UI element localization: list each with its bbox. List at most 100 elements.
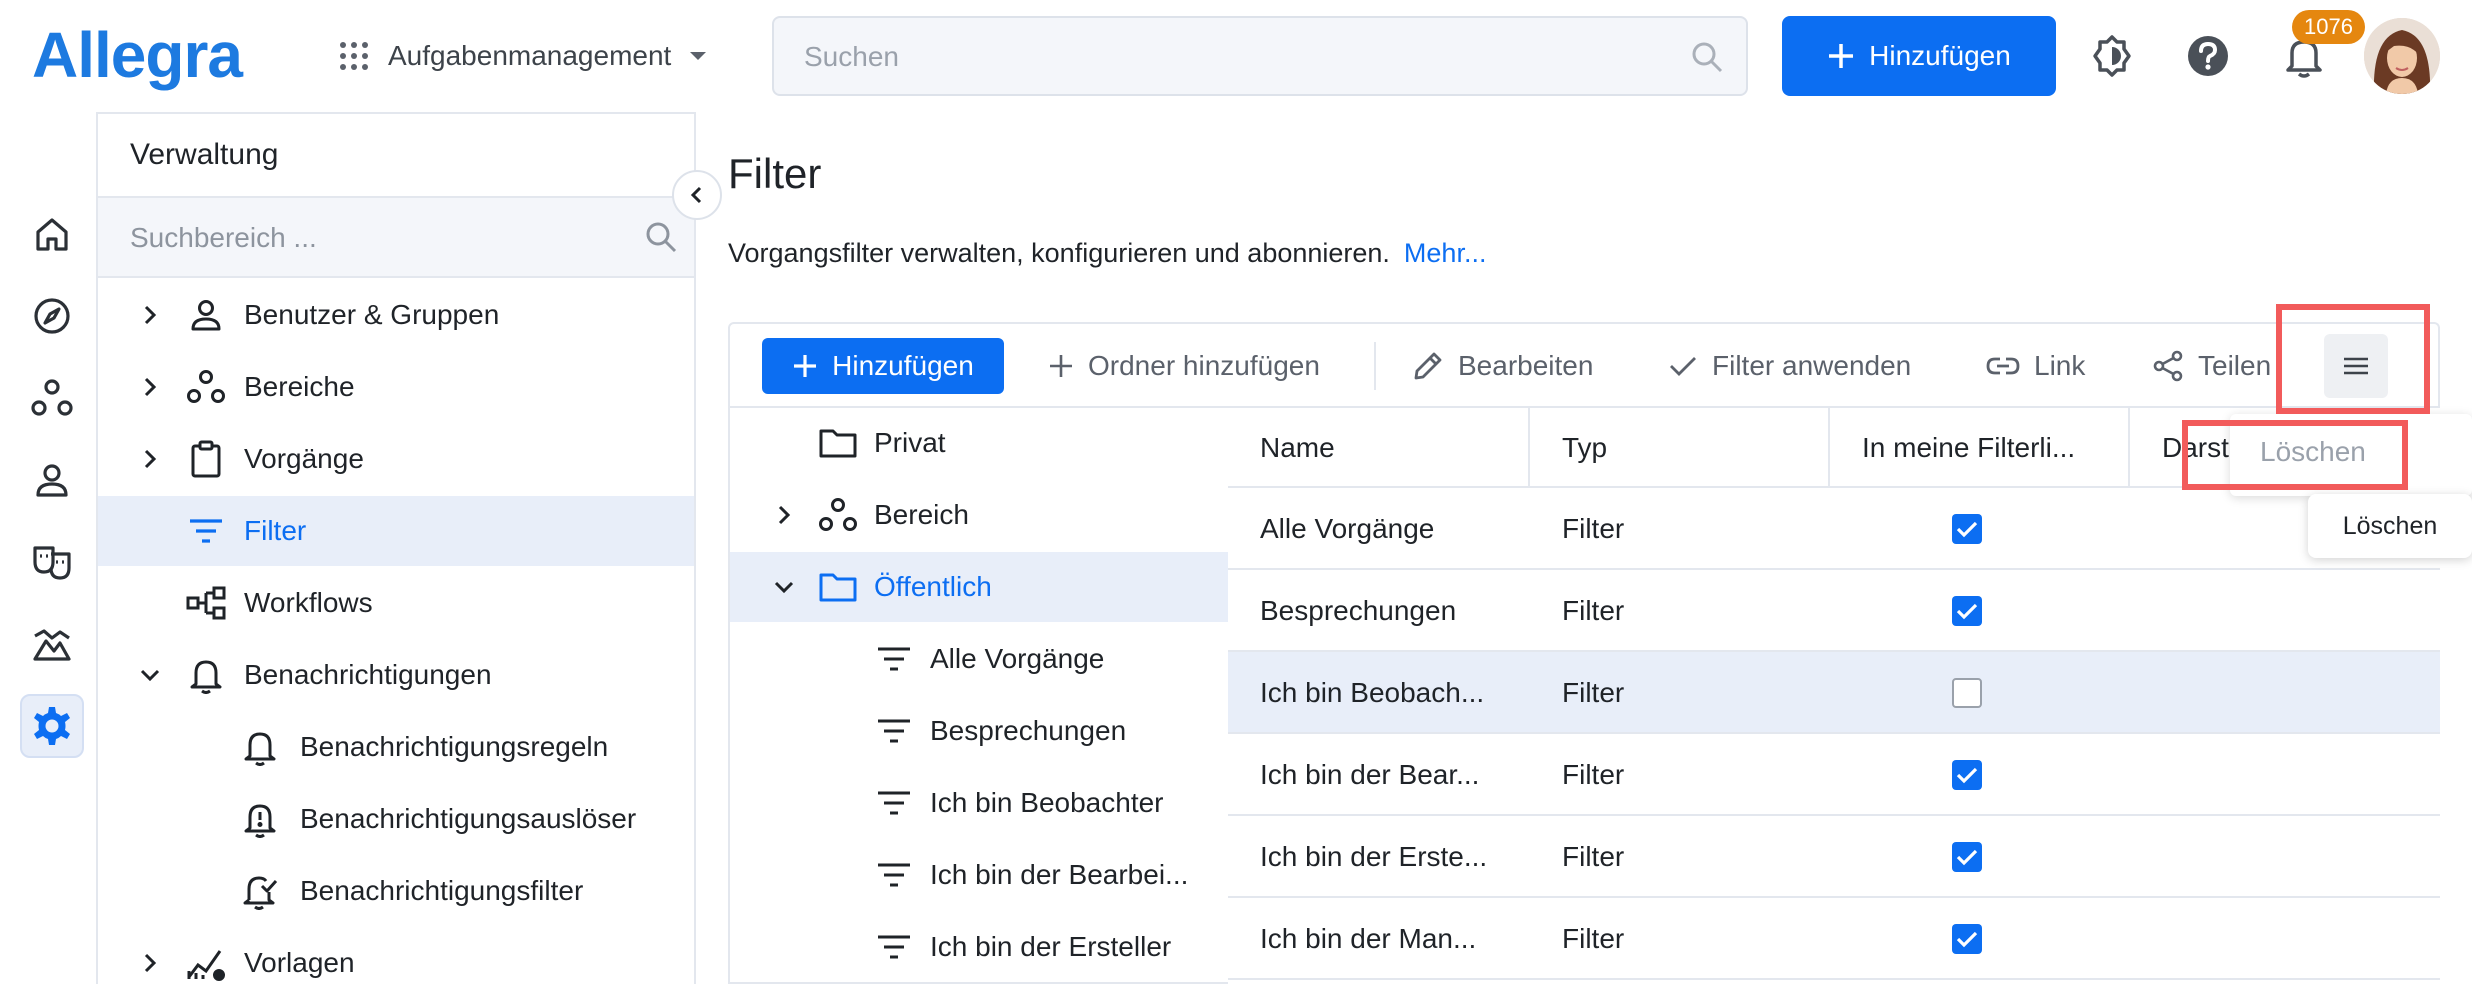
share-label: Teilen bbox=[2198, 350, 2272, 381]
filter-icon bbox=[872, 711, 916, 751]
filter-folder-tree: Privat Bereich Öffentlich Alle Vorgänge … bbox=[728, 406, 1230, 984]
user-icon[interactable] bbox=[20, 448, 84, 512]
tooltip: Löschen bbox=[2308, 494, 2472, 558]
theater-masks-icon[interactable] bbox=[20, 530, 84, 594]
tree-item-filter[interactable]: Ich bin der Ersteller bbox=[730, 912, 1228, 982]
sidebar-item-notification-triggers[interactable]: Benachrichtigungsauslöser bbox=[98, 784, 694, 854]
cell-name: Ich bin der Erste... bbox=[1260, 841, 1488, 872]
cell-type: Filter bbox=[1562, 923, 1625, 954]
sidebar-item-filter[interactable]: Filter bbox=[98, 496, 694, 566]
add-button-label: Hinzufügen bbox=[1869, 40, 2011, 71]
table-row[interactable]: Alle Vorgänge Filter bbox=[1228, 488, 2440, 570]
sidebar-item-label: Workflows bbox=[244, 587, 373, 618]
apply-filter-button[interactable]: Filter anwenden bbox=[1668, 338, 1911, 394]
in-filter-list-checkbox[interactable] bbox=[1952, 652, 1982, 734]
sidebar-item-workflows[interactable]: Workflows bbox=[98, 568, 694, 638]
chevron-right-icon[interactable] bbox=[138, 951, 162, 975]
landscape-icon[interactable] bbox=[20, 612, 84, 676]
folder-icon bbox=[816, 567, 860, 607]
chevron-right-icon[interactable] bbox=[138, 375, 162, 399]
checkbox-empty-icon bbox=[1952, 678, 1982, 708]
plus-icon bbox=[1048, 353, 1074, 379]
tree-item-label: Bereich bbox=[874, 499, 969, 530]
table-row[interactable]: Ich bin der Man... Filter bbox=[1228, 898, 2440, 980]
search-icon[interactable] bbox=[1690, 40, 1724, 74]
table-row[interactable]: Ich bin der Erste... Filter bbox=[1228, 816, 2440, 898]
tree-item-area[interactable]: Bereich bbox=[730, 480, 1228, 550]
page-title: Filter bbox=[728, 150, 822, 197]
areas-icon bbox=[186, 367, 226, 407]
search-icon[interactable] bbox=[644, 220, 678, 254]
bell-icon bbox=[186, 655, 226, 695]
avatar[interactable] bbox=[2364, 18, 2440, 94]
admin-search-input[interactable] bbox=[130, 220, 610, 256]
column-header-in-filter-list[interactable]: In meine Filterli... bbox=[1830, 408, 2130, 488]
table-row[interactable]: Ich bin der Bear... Filter bbox=[1228, 734, 2440, 816]
filter-toolbar: Hinzufügen Ordner hinzufügen Bearbeiten … bbox=[728, 322, 2440, 406]
settings-gear-icon[interactable] bbox=[20, 694, 84, 758]
share-button[interactable]: Teilen bbox=[2152, 338, 2271, 394]
more-link[interactable]: Mehr... bbox=[1404, 238, 1487, 268]
tree-item-public[interactable]: Öffentlich bbox=[730, 552, 1228, 622]
in-filter-list-checkbox[interactable] bbox=[1952, 570, 1982, 652]
global-search-input[interactable] bbox=[804, 38, 1664, 76]
areas-icon bbox=[816, 495, 860, 535]
table-row[interactable]: Besprechungen Filter bbox=[1228, 570, 2440, 652]
column-header-name[interactable]: Name bbox=[1228, 408, 1530, 488]
sidebar-item-label: Benutzer & Gruppen bbox=[244, 299, 500, 330]
in-filter-list-checkbox[interactable] bbox=[1952, 734, 1982, 816]
tree-item-filter[interactable]: Alle Vorgänge bbox=[730, 624, 1228, 694]
tree-item-private[interactable]: Privat bbox=[730, 408, 1228, 478]
add-button[interactable]: Hinzufügen bbox=[1782, 16, 2056, 96]
sidebar-item-notification-filters[interactable]: Benachrichtigungsfilter bbox=[98, 856, 694, 926]
sidebar-item-notifications[interactable]: Benachrichtigungen bbox=[98, 640, 694, 710]
sidebar-item-users[interactable]: Benutzer & Gruppen bbox=[98, 280, 694, 350]
menu-item-delete[interactable]: Löschen bbox=[2260, 436, 2366, 468]
page-description: Vorgangsfilter verwalten, konfigurieren … bbox=[728, 238, 1486, 269]
in-filter-list-checkbox[interactable] bbox=[1952, 816, 1982, 898]
sidebar-item-notification-rules[interactable]: Benachrichtigungsregeln bbox=[98, 712, 694, 782]
compass-icon[interactable] bbox=[20, 284, 84, 348]
theme-toggle-icon[interactable] bbox=[2082, 26, 2142, 86]
collapse-sidebar-button[interactable] bbox=[672, 170, 722, 220]
add-folder-button[interactable]: Ordner hinzufügen bbox=[1048, 338, 1320, 394]
chevron-down-icon[interactable] bbox=[772, 575, 796, 599]
sidebar-item-label: Benachrichtigungen bbox=[244, 659, 492, 690]
more-menu-button[interactable] bbox=[2324, 334, 2388, 398]
column-header-type[interactable]: Typ bbox=[1530, 408, 1830, 488]
help-icon[interactable] bbox=[2178, 26, 2238, 86]
app-logo[interactable]: Allegra bbox=[32, 18, 243, 92]
grid-icon bbox=[338, 40, 370, 72]
link-button[interactable]: Link bbox=[1986, 338, 2085, 394]
in-filter-list-checkbox[interactable] bbox=[1952, 488, 1982, 570]
home-icon[interactable] bbox=[20, 202, 84, 266]
description-text: Vorgangsfilter verwalten, konfigurieren … bbox=[728, 238, 1390, 268]
tree-item-filter[interactable]: Ich bin Beobachter bbox=[730, 768, 1228, 838]
sidebar-item-label: Benachrichtigungsauslöser bbox=[300, 803, 637, 834]
sidebar-item-areas[interactable]: Bereiche bbox=[98, 352, 694, 422]
tree-item-filter[interactable]: Besprechungen bbox=[730, 696, 1228, 766]
table-row[interactable]: Ich bin Beobach... Filter bbox=[1228, 652, 2440, 734]
sidebar-item-items[interactable]: Vorgänge bbox=[98, 424, 694, 494]
areas-icon[interactable] bbox=[20, 366, 84, 430]
chart-icon bbox=[186, 943, 226, 983]
edit-button[interactable]: Bearbeiten bbox=[1412, 338, 1593, 394]
sidebar-item-templates[interactable]: Vorlagen bbox=[98, 928, 694, 984]
filter-icon bbox=[872, 783, 916, 823]
check-icon bbox=[1952, 596, 1982, 626]
top-bar: Allegra Aufgabenmanagement Hinzufügen bbox=[0, 0, 2472, 112]
sidebar-item-label: Benachrichtigungsregeln bbox=[300, 731, 609, 762]
chevron-right-icon[interactable] bbox=[772, 503, 796, 527]
workflow-icon bbox=[186, 583, 226, 623]
chevron-left-icon bbox=[687, 185, 707, 205]
chevron-right-icon[interactable] bbox=[138, 447, 162, 471]
tree-item-filter[interactable]: Ich bin der Bearbei... bbox=[730, 840, 1228, 910]
app-switcher[interactable]: Aufgabenmanagement bbox=[338, 30, 707, 82]
add-filter-button[interactable]: Hinzufügen bbox=[762, 338, 1004, 394]
chevron-right-icon[interactable] bbox=[138, 303, 162, 327]
chevron-down-icon[interactable] bbox=[138, 663, 162, 687]
app-name: Aufgabenmanagement bbox=[388, 40, 672, 71]
in-filter-list-checkbox[interactable] bbox=[1952, 898, 1982, 980]
pencil-icon bbox=[1412, 350, 1444, 382]
bell-alert-icon bbox=[240, 799, 280, 839]
